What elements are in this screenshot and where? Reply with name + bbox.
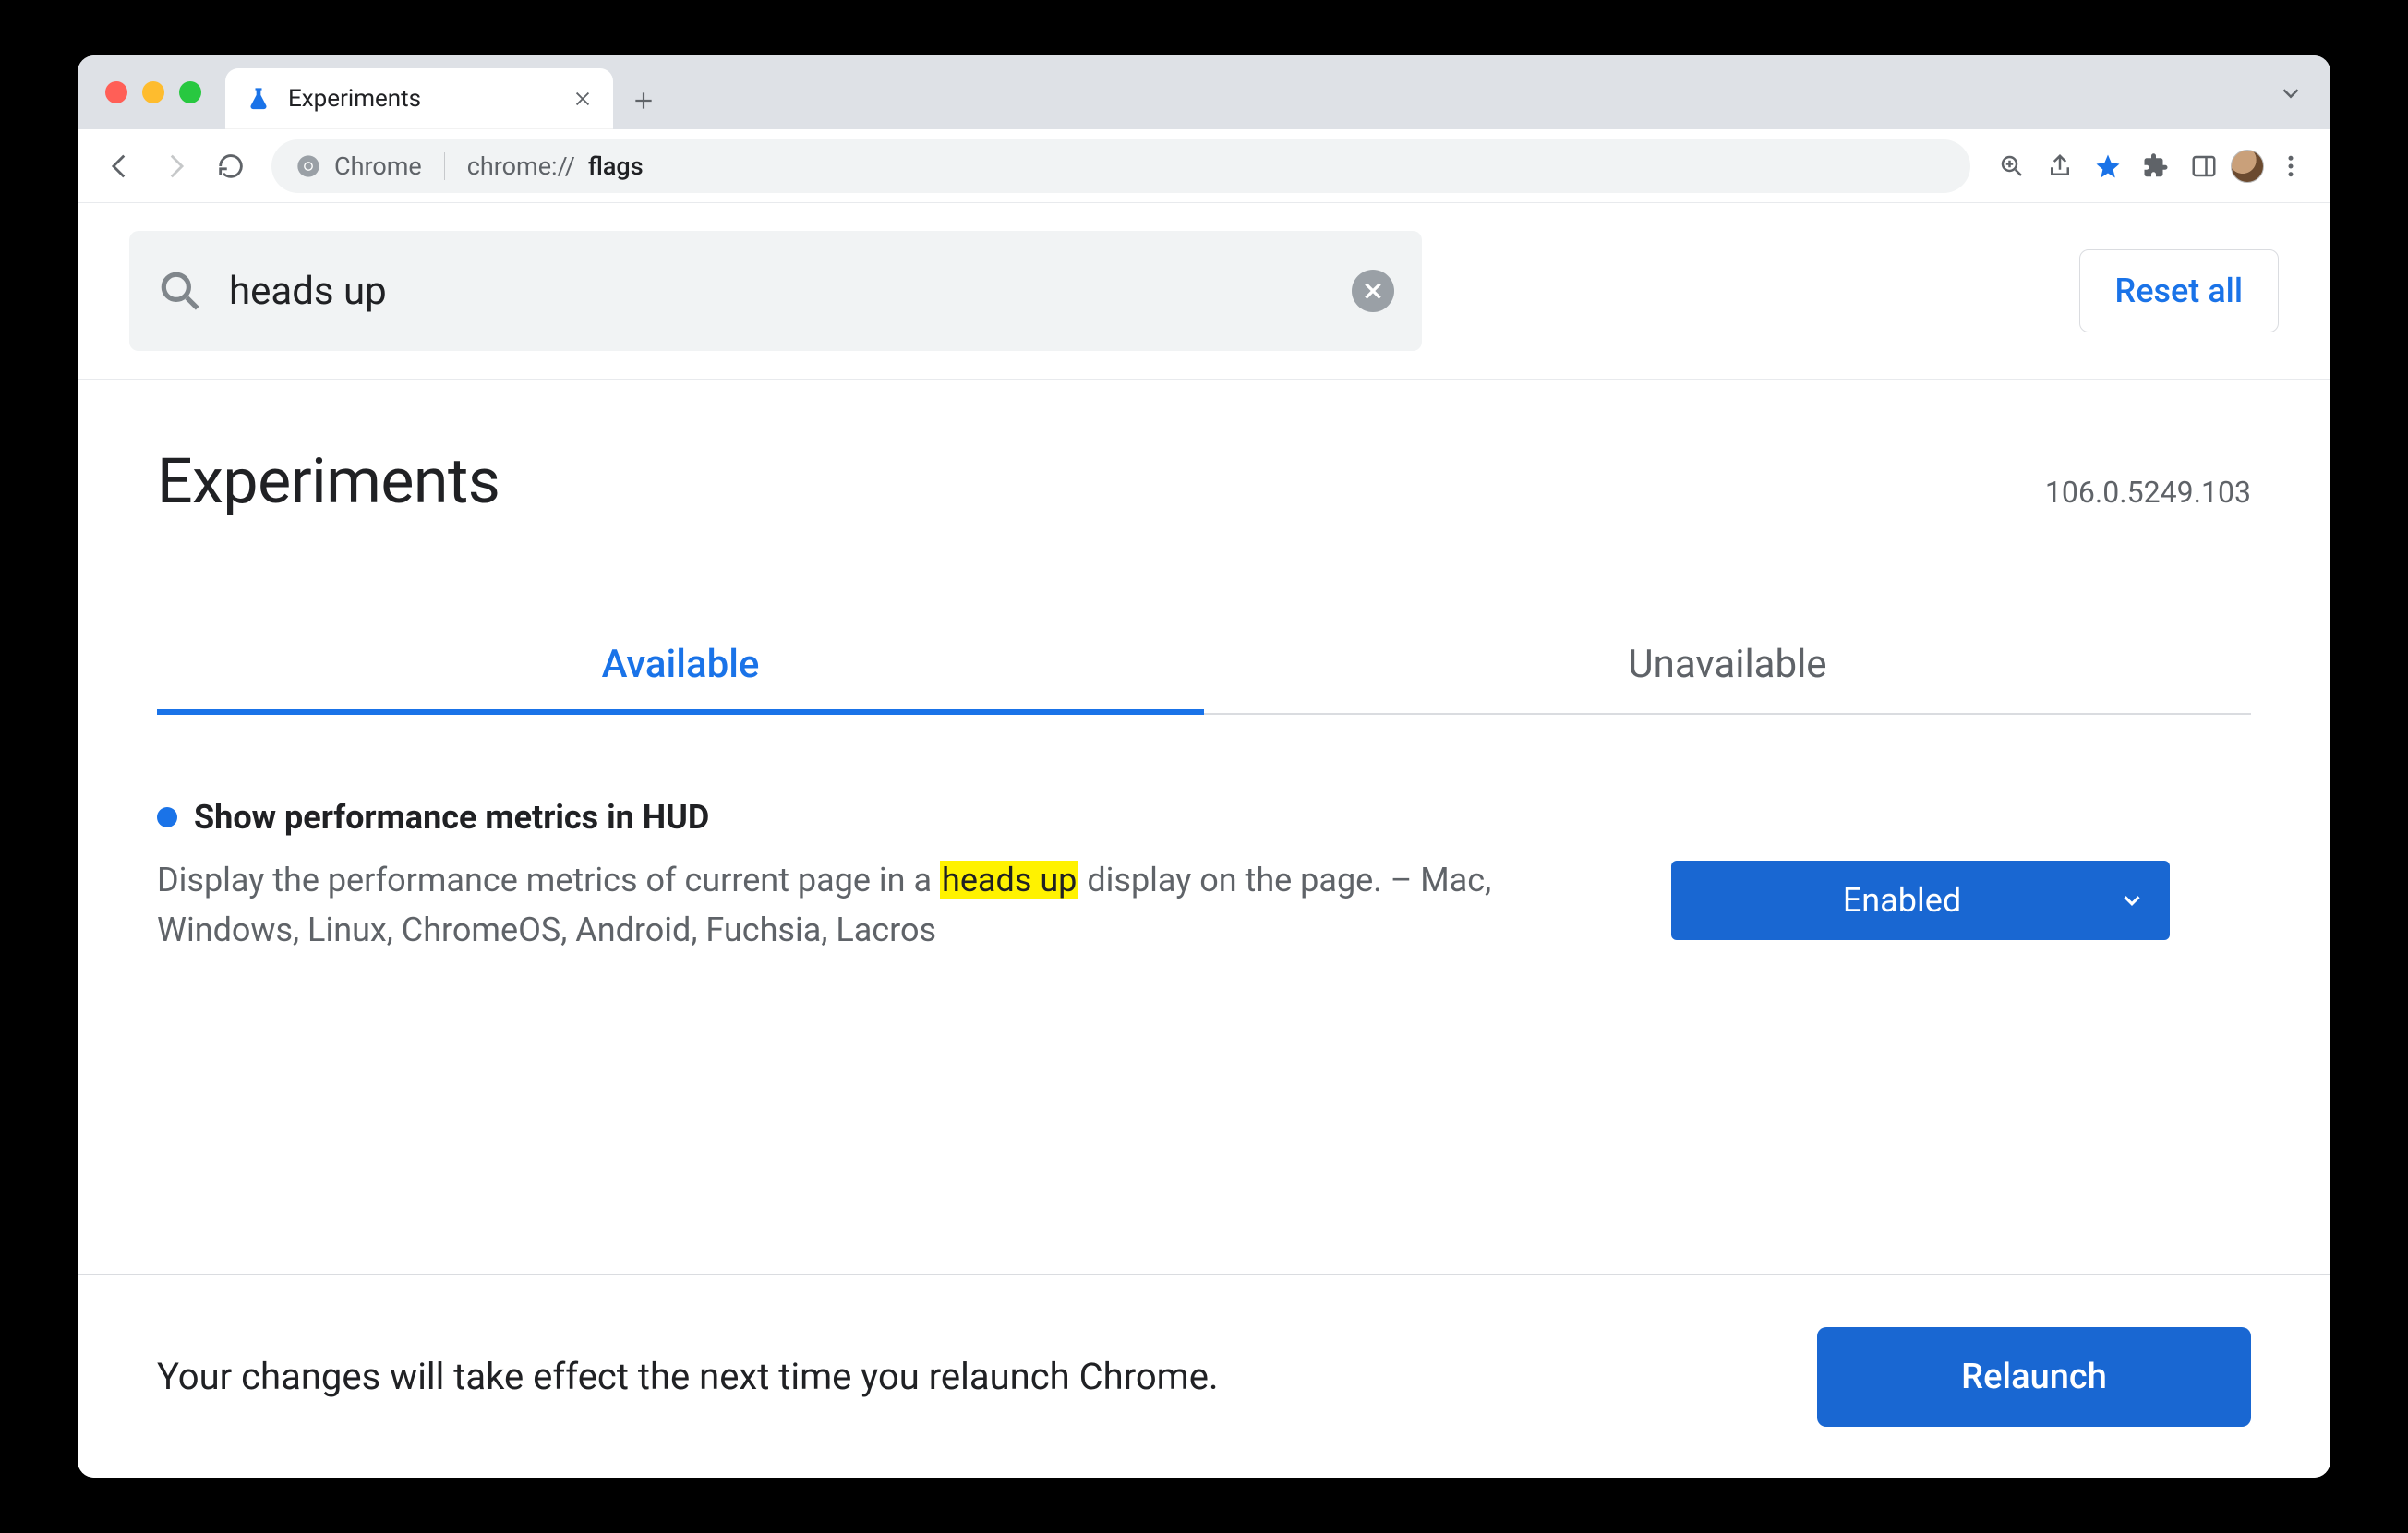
new-tab-button[interactable] (632, 89, 656, 113)
extensions-icon[interactable] (2135, 145, 2177, 187)
share-icon[interactable] (2039, 145, 2081, 187)
omnibox-origin: Chrome (334, 151, 422, 181)
status-dot-icon (157, 807, 177, 827)
search-row: Reset all (78, 203, 2330, 380)
omnibox[interactable]: Chrome chrome:// flags (271, 139, 1970, 193)
reset-all-label: Reset all (2115, 272, 2243, 310)
flags-search[interactable] (129, 231, 1422, 351)
flag-description: Display the performance metrics of curre… (157, 855, 1616, 955)
window-minimize-button[interactable] (142, 81, 164, 103)
clear-search-button[interactable] (1352, 270, 1394, 312)
omnibox-separator (444, 152, 445, 180)
forward-button[interactable] (151, 142, 199, 190)
flag-header: Show performance metrics in HUD (157, 798, 2251, 837)
chrome-icon (295, 153, 321, 179)
page: Reset all Experiments 106.0.5249.103 Ava… (78, 203, 2330, 1478)
reload-button[interactable] (207, 142, 255, 190)
browser-tab[interactable]: Experiments (225, 68, 613, 129)
search-input[interactable] (227, 268, 1328, 315)
zoom-icon[interactable] (1991, 145, 2033, 187)
page-title: Experiments (157, 444, 500, 518)
flag-body: Display the performance metrics of curre… (157, 855, 2251, 955)
relaunch-message: Your changes will take effect the next t… (157, 1355, 1762, 1398)
titlebar: Experiments (78, 55, 2330, 129)
tab-available[interactable]: Available (157, 620, 1204, 715)
flag-item: Show performance metrics in HUD Display … (157, 798, 2251, 955)
heading-row: Experiments 106.0.5249.103 (157, 444, 2251, 518)
sidepanel-icon[interactable] (2183, 145, 2225, 187)
chevron-down-icon (2118, 887, 2146, 914)
tab-available-label: Available (602, 642, 760, 687)
flag-state-select[interactable]: Enabled (1671, 861, 2170, 940)
bookmark-icon[interactable] (2087, 145, 2129, 187)
close-icon[interactable] (572, 89, 593, 109)
tab-title: Experiments (288, 85, 556, 113)
relaunch-label: Relaunch (1961, 1357, 2107, 1397)
tab-search-button[interactable] (2277, 79, 2305, 107)
omnibox-path: flags (588, 151, 644, 181)
menu-icon[interactable] (2270, 145, 2312, 187)
profile-avatar[interactable] (2231, 150, 2264, 183)
content: Experiments 106.0.5249.103 Available Una… (78, 380, 2330, 1274)
flag-title: Show performance metrics in HUD (194, 798, 709, 837)
version-label: 106.0.5249.103 (2045, 475, 2251, 510)
flag-desc-highlight: heads up (940, 861, 1078, 899)
reset-all-button[interactable]: Reset all (2079, 249, 2279, 332)
browser-window: Experiments Chrome (78, 55, 2330, 1478)
flask-icon (246, 86, 271, 112)
window-close-button[interactable] (105, 81, 127, 103)
window-controls (105, 81, 201, 103)
toolbar: Chrome chrome:// flags (78, 129, 2330, 203)
relaunch-button[interactable]: Relaunch (1817, 1327, 2251, 1427)
flag-state-value: Enabled (1843, 881, 1961, 920)
flags-tabs: Available Unavailable (157, 620, 2251, 715)
window-maximize-button[interactable] (179, 81, 201, 103)
search-icon (157, 268, 203, 314)
omnibox-path-prefix: chrome:// (467, 151, 575, 181)
tab-unavailable-label: Unavailable (1628, 642, 1826, 687)
tab-strip: Experiments (225, 55, 656, 129)
tab-unavailable[interactable]: Unavailable (1204, 620, 2251, 715)
flag-desc-before: Display the performance metrics of curre… (157, 861, 940, 899)
back-button[interactable] (96, 142, 144, 190)
relaunch-bar: Your changes will take effect the next t… (78, 1274, 2330, 1478)
toolbar-actions (1991, 145, 2312, 187)
